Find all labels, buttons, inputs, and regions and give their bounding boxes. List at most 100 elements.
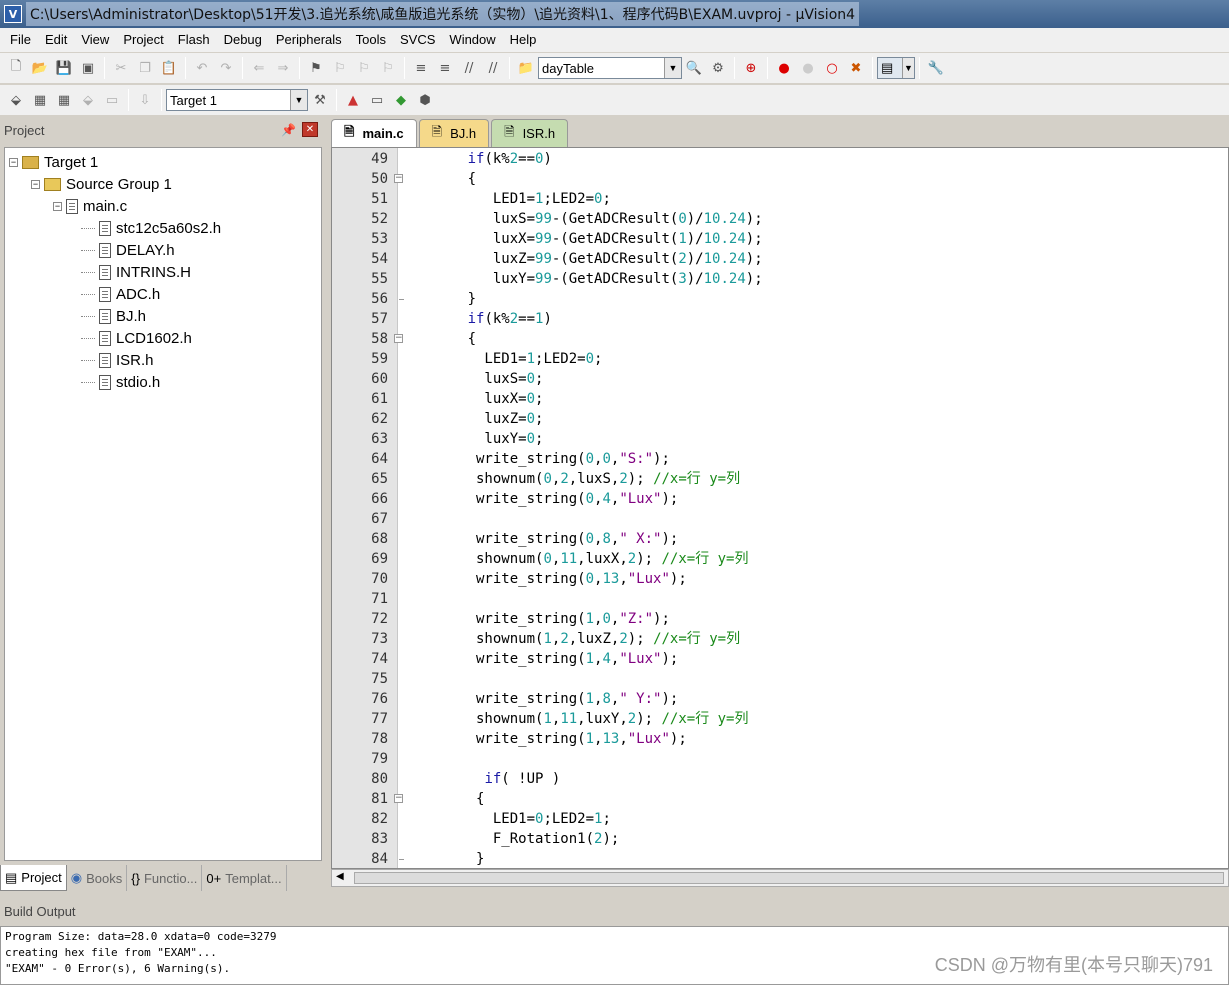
insert-breakpoint-icon[interactable]: ●: [773, 57, 795, 79]
collapse-icon[interactable]: −: [53, 201, 62, 211]
menu-peripherals[interactable]: Peripherals: [269, 28, 349, 52]
target-options-icon[interactable]: ⚒: [309, 89, 331, 111]
tree-item-label: Source Group 1: [66, 175, 172, 193]
tree-item[interactable]: − Source Group 1: [31, 173, 172, 195]
open-file-icon[interactable]: 📂: [29, 57, 51, 79]
scrollbar-thumb[interactable]: [354, 872, 1224, 884]
rebuild-icon[interactable]: ▦: [53, 89, 75, 111]
menu-file[interactable]: File: [3, 28, 38, 52]
find-icon[interactable]: 🔍: [683, 57, 705, 79]
configure-wrench-icon[interactable]: 🔧: [925, 57, 947, 79]
toolbar-separator: [919, 57, 920, 79]
kill-breakpoints-icon[interactable]: ✖: [845, 57, 867, 79]
line-number: 70: [371, 571, 388, 587]
close-icon[interactable]: ✕: [302, 122, 318, 137]
cut-icon[interactable]: ✂: [110, 57, 132, 79]
build-icon[interactable]: ▦: [29, 89, 51, 111]
chevron-down-icon[interactable]: ▼: [664, 58, 681, 78]
target-combo[interactable]: Target 1 ▼: [166, 89, 308, 111]
tree-item[interactable]: stdio.h: [81, 371, 160, 393]
collapse-icon[interactable]: −: [9, 157, 18, 167]
menu-edit[interactable]: Edit: [38, 28, 74, 52]
chevron-down-icon[interactable]: ▼: [290, 90, 307, 110]
unindent-icon[interactable]: ≡: [434, 57, 456, 79]
horizontal-scrollbar[interactable]: ◀: [331, 869, 1229, 887]
tree-item[interactable]: − Target 1: [9, 151, 98, 173]
line-number: 82: [371, 811, 388, 827]
line-number: 76: [371, 691, 388, 707]
code-line: write_string(0,13,"Lux");: [417, 571, 687, 587]
file-icon: [99, 286, 111, 302]
navigate-back-icon[interactable]: ⇐: [248, 57, 270, 79]
tab-main-c[interactable]: 🗎 main.c: [331, 119, 417, 147]
save-all-icon[interactable]: ▣: [77, 57, 99, 79]
fold-toggle-icon[interactable]: −: [394, 174, 403, 183]
undo-icon[interactable]: ↶: [191, 57, 213, 79]
menu-view[interactable]: View: [74, 28, 116, 52]
code-line: write_string(0,0,"S:");: [417, 451, 670, 467]
menu-tools[interactable]: Tools: [349, 28, 393, 52]
redo-icon[interactable]: ↷: [215, 57, 237, 79]
disable-breakpoints-icon[interactable]: ○: [821, 57, 843, 79]
copy-icon[interactable]: ❐: [134, 57, 156, 79]
indent-icon[interactable]: ≡: [410, 57, 432, 79]
editor-panel: 🗎 main.c 🗎 BJ.h 🗎 ISR.h 49 50−51 52 53 54 55 56 57…: [331, 117, 1229, 895]
tab-bj-h[interactable]: 🗎 BJ.h: [418, 119, 490, 147]
batch-build-icon[interactable]: ⬙: [77, 89, 99, 111]
pin-icon[interactable]: 📌: [281, 123, 296, 137]
tree-item[interactable]: stc12c5a60s2.h: [81, 217, 221, 239]
scroll-left-icon[interactable]: ◀: [336, 871, 344, 882]
pack-installer-icon[interactable]: ⬢: [414, 89, 436, 111]
menu-window[interactable]: Window: [442, 28, 502, 52]
toolbar-separator: [336, 89, 337, 111]
chevron-down-icon[interactable]: ▼: [902, 58, 914, 78]
comment-icon[interactable]: //: [458, 57, 480, 79]
manage-books-icon[interactable]: ▭: [366, 89, 388, 111]
menu-svcs[interactable]: SVCS: [393, 28, 442, 52]
uncomment-icon[interactable]: //: [482, 57, 504, 79]
paste-icon[interactable]: 📋: [158, 57, 180, 79]
incremental-find-icon[interactable]: ⚙: [707, 57, 729, 79]
menu-debug[interactable]: Debug: [217, 28, 269, 52]
find-combo[interactable]: dayTable ▼: [538, 57, 682, 79]
collapse-icon[interactable]: −: [31, 179, 40, 189]
manage-components-icon[interactable]: ▲: [342, 89, 364, 111]
select-device-icon[interactable]: ◆: [390, 89, 412, 111]
tree-item[interactable]: LCD1602.h: [81, 327, 192, 349]
code-editor[interactable]: 49 50−51 52 53 54 55 56 57 58−59 60 61 62 63 64 65 66 67…: [331, 147, 1229, 869]
tab-templates[interactable]: 0+ Templat...: [202, 865, 287, 891]
menu-help[interactable]: Help: [503, 28, 544, 52]
menu-project[interactable]: Project: [116, 28, 170, 52]
tab-functions[interactable]: {} Functio...: [127, 865, 203, 891]
window-layout-dropdown[interactable]: ▤ ▼: [877, 57, 915, 79]
tree-item[interactable]: ADC.h: [81, 283, 160, 305]
new-file-icon[interactable]: 🗋: [5, 57, 27, 79]
clear-bookmarks-icon[interactable]: ⚐: [377, 57, 399, 79]
code-line: luxZ=0;: [417, 411, 544, 427]
tab-isr-h[interactable]: 🗎 ISR.h: [491, 119, 569, 147]
enable-breakpoint-icon[interactable]: ●: [797, 57, 819, 79]
download-load-icon[interactable]: ⇩: [134, 89, 156, 111]
tab-project[interactable]: ▤ Project: [0, 865, 67, 891]
tree-item[interactable]: DELAY.h: [81, 239, 175, 261]
tree-item[interactable]: BJ.h: [81, 305, 146, 327]
tree-item[interactable]: ISR.h: [81, 349, 154, 371]
find-in-files-icon[interactable]: 📁: [515, 57, 537, 79]
next-bookmark-icon[interactable]: ⚐: [353, 57, 375, 79]
save-icon[interactable]: 💾: [53, 57, 75, 79]
fold-toggle-icon[interactable]: −: [394, 334, 403, 343]
code-line: LED1=1;LED2=0;: [417, 191, 611, 207]
translate-icon[interactable]: ⬙: [5, 89, 27, 111]
tree-item[interactable]: − main.c: [53, 195, 127, 217]
debug-session-icon[interactable]: ⊕: [740, 57, 762, 79]
stop-build-icon[interactable]: ▭: [101, 89, 123, 111]
fold-toggle-icon[interactable]: −: [394, 794, 403, 803]
h-file-icon: 🗎: [504, 123, 515, 139]
bookmark-icon[interactable]: ⚑: [305, 57, 327, 79]
tab-books[interactable]: ◉ Books: [67, 865, 128, 891]
prev-bookmark-icon[interactable]: ⚐: [329, 57, 351, 79]
menu-flash[interactable]: Flash: [171, 28, 217, 52]
project-panel: Project 📌 ✕ − Target 1− Source Group 1− mai…: [0, 117, 326, 895]
navigate-forward-icon[interactable]: ⇒: [272, 57, 294, 79]
tree-item[interactable]: INTRINS.H: [81, 261, 191, 283]
